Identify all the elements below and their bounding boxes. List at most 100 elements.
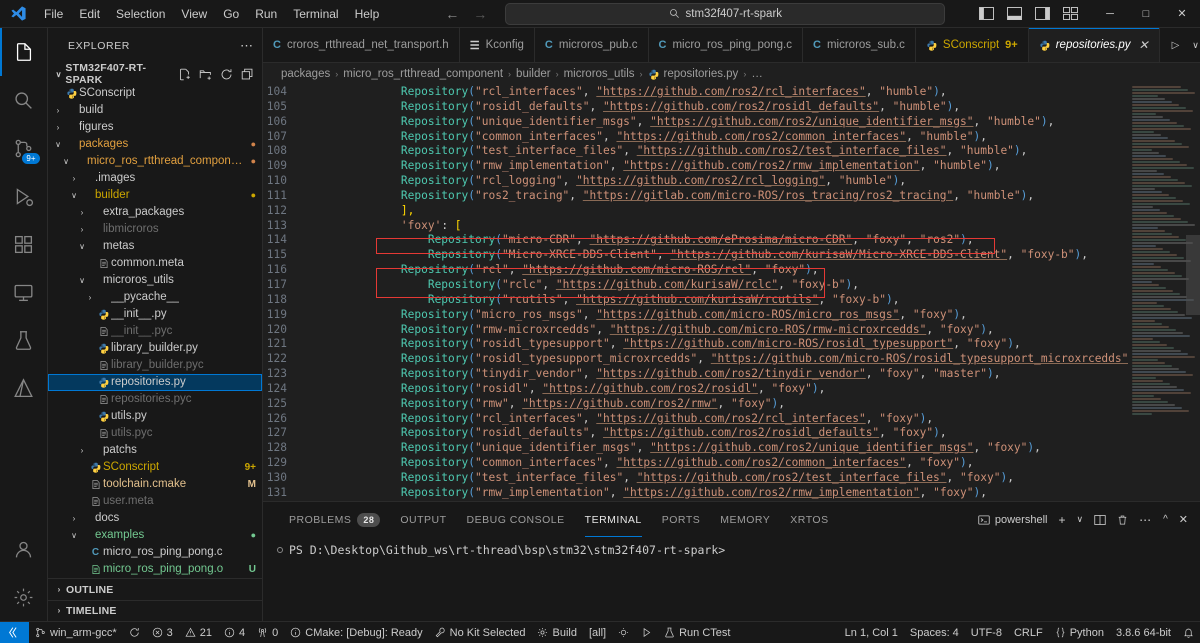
panel-actions[interactable]: powershell + ∨ ⋯ ^ ✕: [978, 513, 1200, 527]
tree-item-library-builder-pyc[interactable]: library_builder.pyc: [48, 357, 262, 374]
tree-item-builder[interactable]: ∨ builder ●: [48, 187, 262, 204]
panel-tab-debug-console[interactable]: DEBUG CONSOLE: [457, 502, 575, 537]
tree-item-sconscript[interactable]: SConscript 9+: [48, 459, 262, 476]
code-line-126[interactable]: 126 Repository("rcl_interfaces", "https:…: [263, 412, 1128, 427]
chevron-right-icon[interactable]: ›: [52, 102, 64, 119]
toggle-panel-icon[interactable]: [1007, 7, 1022, 20]
tree-item-packages[interactable]: ∨ packages ●: [48, 136, 262, 153]
collapse-all-icon[interactable]: [241, 68, 254, 81]
panel-tab-ports[interactable]: PORTS: [652, 502, 710, 537]
close-panel-icon[interactable]: ✕: [1179, 513, 1188, 526]
window-maximize-button[interactable]: □: [1128, 0, 1164, 28]
status-cursor-position[interactable]: Ln 1, Col 1: [839, 622, 904, 643]
chevron-right-icon[interactable]: ›: [76, 204, 88, 221]
workspace-root-row[interactable]: ∨ STM32F407-RT-SPARK: [48, 62, 262, 86]
status-build[interactable]: Build: [531, 622, 582, 643]
chevron-down-icon[interactable]: ∨: [1192, 40, 1199, 51]
panel-tab-problems[interactable]: PROBLEMS 28: [279, 502, 390, 537]
toggle-secondary-sidebar-icon[interactable]: [1035, 7, 1050, 20]
tree-item--pycache-[interactable]: › __pycache__: [48, 289, 262, 306]
chevron-down-icon[interactable]: ∨: [76, 272, 88, 289]
code-line-116[interactable]: 116 Repository("rcl", "https://github.co…: [263, 263, 1128, 278]
scrollbar-thumb[interactable]: [1186, 235, 1200, 315]
split-terminal-icon[interactable]: [1094, 514, 1106, 526]
tree-item-micro-ros-ping-pong-o[interactable]: micro_ros_ping_pong.o U: [48, 561, 262, 578]
more-icon[interactable]: ⋯: [1139, 513, 1152, 527]
breadcrumb-item[interactable]: …: [751, 68, 763, 80]
activity-search[interactable]: [0, 76, 48, 124]
tree-item-micro-ros-rtthread-component[interactable]: ∨ micro_ros_rtthread_component ●: [48, 153, 262, 170]
code-line-123[interactable]: 123 Repository("tinydir_vendor", "https:…: [263, 367, 1128, 382]
code-line-113[interactable]: 113 'foxy': [: [263, 219, 1128, 234]
breadcrumb-item[interactable]: micro_ros_rtthread_component: [343, 68, 503, 80]
code-line-109[interactable]: 109 Repository("rmw_implementation", "ht…: [263, 159, 1128, 174]
status-infos[interactable]: 4: [218, 622, 251, 643]
tree-item-utils-pyc[interactable]: utils.pyc: [48, 425, 262, 442]
menu-help[interactable]: Help: [347, 4, 388, 24]
status-branch[interactable]: win_arm-gcc*: [29, 622, 123, 643]
breadcrumb-item[interactable]: builder: [516, 68, 551, 80]
code-line-119[interactable]: 119 Repository("micro_ros_msgs", "https:…: [263, 308, 1128, 323]
code-line-112[interactable]: 112 ],: [263, 204, 1128, 219]
chevron-down-icon[interactable]: ∨: [68, 187, 80, 204]
menu-terminal[interactable]: Terminal: [285, 4, 346, 24]
tree-item-utils-py[interactable]: utils.py: [48, 408, 262, 425]
editor-tab-micro-ros-ping-pong-c[interactable]: Cmicro_ros_ping_pong.c: [648, 28, 803, 62]
editor-tab-microros-pub-c[interactable]: Cmicroros_pub.c: [534, 28, 649, 62]
code-line-115[interactable]: 115 Repository("Micro-XRCE-DDS-Client", …: [263, 248, 1128, 263]
editor-scrollbar[interactable]: [1186, 85, 1200, 501]
tree-item--init-py[interactable]: __init__.py: [48, 306, 262, 323]
editor-tab-croros-rtthread-net-transport-h[interactable]: Ccroros_rtthread_net_transport.h: [263, 28, 460, 62]
code-lines-container[interactable]: 104 Repository("rcl_interfaces", "https:…: [263, 85, 1128, 501]
file-tree[interactable]: SConscript › build › figures ∨ packages ● ∨ micro…: [48, 85, 262, 578]
minimap[interactable]: [1128, 85, 1200, 501]
status-warnings[interactable]: 21: [179, 622, 218, 643]
code-editor[interactable]: 104 Repository("rcl_interfaces", "https:…: [263, 85, 1200, 501]
menu-go[interactable]: Go: [215, 4, 247, 24]
panel-tab-output[interactable]: OUTPUT: [390, 502, 456, 537]
new-file-icon[interactable]: [178, 68, 191, 81]
terminal-output[interactable]: PS D:\Desktop\Github_ws\rt-thread\bsp\st…: [263, 537, 1200, 621]
code-line-125[interactable]: 125 Repository("rmw", "https://github.co…: [263, 397, 1128, 412]
tree-item-build[interactable]: › build: [48, 102, 262, 119]
tree-item--images[interactable]: › .images: [48, 170, 262, 187]
code-line-128[interactable]: 128 Repository("unique_identifier_msgs",…: [263, 441, 1128, 456]
chevron-down-icon[interactable]: ∨: [52, 70, 65, 79]
outline-section[interactable]: › OUTLINE: [48, 578, 262, 599]
chevron-right-icon[interactable]: ›: [76, 442, 88, 459]
toggle-primary-sidebar-icon[interactable]: [979, 7, 994, 20]
remote-indicator[interactable]: [0, 621, 29, 643]
breadcrumb-item[interactable]: packages: [281, 68, 330, 80]
panel-tab-memory[interactable]: MEMORY: [710, 502, 780, 537]
code-line-110[interactable]: 110 Repository("rcl_logging", "https://g…: [263, 174, 1128, 189]
chevron-down-icon[interactable]: ∨: [52, 136, 64, 153]
status-run[interactable]: [635, 622, 658, 643]
tree-item-sconscript[interactable]: SConscript: [48, 85, 262, 102]
status-debug[interactable]: [612, 622, 635, 643]
menu-selection[interactable]: Selection: [108, 4, 173, 24]
chevron-right-icon[interactable]: ›: [68, 510, 80, 527]
menu-run[interactable]: Run: [247, 4, 285, 24]
tree-item-docs[interactable]: › docs: [48, 510, 262, 527]
status-language-mode[interactable]: Python: [1049, 622, 1110, 643]
code-line-111[interactable]: 111 Repository("ros2_tracing", "https://…: [263, 189, 1128, 204]
status-eol[interactable]: CRLF: [1008, 622, 1049, 643]
arrow-left-icon[interactable]: ←: [445, 6, 459, 22]
tree-item-common-meta[interactable]: common.meta: [48, 255, 262, 272]
chevron-down-icon[interactable]: ∨: [60, 153, 72, 170]
tree-item-toolchain-cmake[interactable]: toolchain.cmake M: [48, 476, 262, 493]
activity-extensions[interactable]: [0, 220, 48, 268]
activity-settings[interactable]: [0, 573, 48, 621]
code-line-114[interactable]: 114 Repository("micro-CDR", "https://git…: [263, 233, 1128, 248]
status-errors[interactable]: 3: [146, 622, 179, 643]
tree-item-patchs[interactable]: › patchs: [48, 442, 262, 459]
code-line-130[interactable]: 130 Repository("test_interface_files", "…: [263, 471, 1128, 486]
chevron-down-icon[interactable]: ∨: [68, 527, 80, 544]
refresh-icon[interactable]: [220, 68, 233, 81]
tab-close-icon[interactable]: ✕: [1139, 38, 1149, 52]
chevron-right-icon[interactable]: ›: [52, 119, 64, 136]
panel-tabs[interactable]: PROBLEMS 28 OUTPUT DEBUG CONSOLE TERMINAL POR…: [263, 502, 1200, 537]
status-encoding[interactable]: UTF-8: [965, 622, 1008, 643]
editor-tab-kconfig[interactable]: ☰ Kconfig: [459, 28, 535, 62]
activity-run-debug[interactable]: [0, 172, 48, 220]
